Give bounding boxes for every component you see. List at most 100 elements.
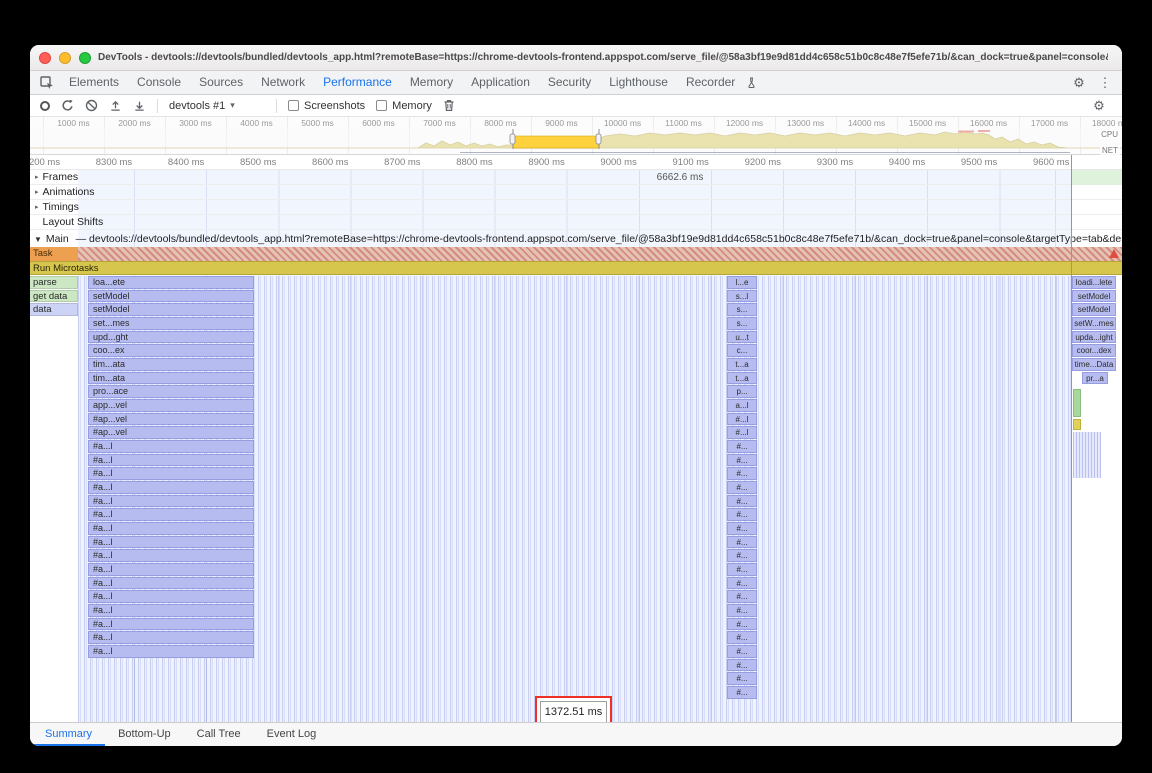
flame-event-bar[interactable]: #a...l — [88, 563, 254, 576]
flame-event-bar[interactable]: #... — [727, 686, 757, 699]
flame-event-bar[interactable]: #...l — [727, 413, 757, 426]
flame-event-bar[interactable]: #... — [727, 631, 757, 644]
flame-event-bar[interactable]: #... — [727, 508, 757, 521]
flame-event-bar[interactable]: u...t — [727, 331, 757, 344]
flame-event-bar[interactable]: pro...ace — [88, 385, 254, 398]
flame-event-bar[interactable]: #a...l — [88, 549, 254, 562]
clear-recording-button[interactable] — [85, 99, 98, 112]
flame-event-bar[interactable]: #a...l — [88, 440, 254, 453]
flame-event-bar[interactable]: #... — [727, 590, 757, 603]
flame-event-bar[interactable] — [1073, 389, 1081, 417]
tab-summary[interactable]: Summary — [32, 723, 105, 746]
flame-event-bar[interactable]: #a...l — [88, 508, 254, 521]
timeline-overview[interactable]: 1000 ms2000 ms3000 ms4000 ms5000 ms6000 … — [30, 117, 1122, 155]
flame-event-bar[interactable]: setModel — [1072, 290, 1116, 303]
save-profile-icon[interactable] — [133, 99, 146, 112]
flame-event-bar[interactable]: #ap...vel — [88, 413, 254, 426]
flame-event-bar[interactable]: #... — [727, 467, 757, 480]
flame-event-bar[interactable]: tim...ata — [88, 358, 254, 371]
zoom-window-button[interactable] — [79, 52, 91, 64]
flame-event-bar[interactable]: a...l — [727, 399, 757, 412]
flame-event-bar[interactable]: #a...l — [88, 590, 254, 603]
long-task-bar[interactable]: Task — [30, 247, 1122, 261]
flame-event-bar[interactable]: app...vel — [88, 399, 254, 412]
flame-event-bar[interactable]: #a...l — [88, 454, 254, 467]
trash-icon[interactable] — [443, 99, 455, 112]
details-tab[interactable]: Call Tree — [184, 723, 254, 746]
flame-event-bar[interactable]: setModel — [88, 303, 254, 316]
lane-chip[interactable]: parse — [30, 276, 78, 289]
disclosure-triangle-down-icon[interactable]: ▼ — [34, 235, 42, 244]
devtools-tab[interactable]: Sources — [190, 71, 252, 94]
close-window-button[interactable] — [39, 52, 51, 64]
devtools-tab[interactable]: Application — [462, 71, 539, 94]
flame-event-bar[interactable]: #... — [727, 495, 757, 508]
minimize-window-button[interactable] — [59, 52, 71, 64]
record-button[interactable] — [40, 101, 50, 111]
flame-event-bar[interactable]: pr...a — [1082, 372, 1108, 385]
flame-event-bar[interactable]: #... — [727, 563, 757, 576]
flame-event-bar[interactable]: #ap...vel — [88, 426, 254, 439]
flame-event-bar[interactable]: #... — [727, 604, 757, 617]
flame-event-bar[interactable]: c... — [727, 344, 757, 357]
disclosure-triangle-icon[interactable]: ▸ — [35, 174, 39, 181]
flame-event-bar[interactable] — [1073, 419, 1081, 430]
flame-event-bar[interactable]: loadi...lete — [1072, 276, 1116, 289]
devtools-tab[interactable]: Elements — [60, 71, 128, 94]
flame-event-bar[interactable]: #a...l — [88, 604, 254, 617]
flame-event-bar[interactable]: #... — [727, 454, 757, 467]
devtools-tab[interactable]: Console — [128, 71, 190, 94]
disclosure-triangle-icon[interactable]: ▸ — [35, 189, 39, 196]
flame-event-bar[interactable]: s... — [727, 303, 757, 316]
flame-event-bar[interactable]: s... — [727, 317, 757, 330]
flame-event-bar[interactable]: setModel — [88, 290, 254, 303]
flame-event-bar[interactable]: #a...l — [88, 467, 254, 480]
flame-event-bar[interactable]: #... — [727, 645, 757, 658]
flame-event-bar[interactable]: #a...l — [88, 536, 254, 549]
screenshots-checkbox[interactable]: Screenshots — [288, 100, 365, 112]
flame-event-bar[interactable]: time...Data — [1072, 358, 1116, 371]
devtools-tab[interactable]: Network — [252, 71, 314, 94]
flame-event-bar[interactable]: l...e — [727, 276, 757, 289]
flame-event-bar[interactable]: p... — [727, 385, 757, 398]
memory-checkbox[interactable]: Memory — [376, 100, 432, 112]
devtools-tab[interactable]: Memory — [401, 71, 462, 94]
lane-chip[interactable]: get data — [30, 290, 78, 303]
flame-event-bar[interactable]: upda...ight — [1072, 331, 1116, 344]
track-main-header[interactable]: ▼Main — devtools://devtools/bundled/devt… — [30, 231, 1122, 247]
flame-event-bar[interactable]: #a...l — [88, 618, 254, 631]
track-frames[interactable]: ▸Frames 6662.6 ms — [30, 170, 1122, 185]
flame-event-bar[interactable]: setModel — [1072, 303, 1116, 316]
flame-event-bar[interactable]: #a...l — [88, 631, 254, 644]
reload-and-record-button[interactable] — [61, 99, 74, 112]
flame-event-bar[interactable]: #... — [727, 440, 757, 453]
devtools-tab[interactable]: Recorder — [677, 71, 744, 94]
flame-event-bar[interactable]: set...mes — [88, 317, 254, 330]
flame-event-bar[interactable]: #a...l — [88, 577, 254, 590]
devtools-tab[interactable]: Security — [539, 71, 600, 94]
checkbox-box[interactable] — [288, 100, 299, 111]
disclosure-triangle-icon[interactable]: ▸ — [35, 204, 39, 211]
window-titlebar[interactable]: DevTools - devtools://devtools/bundled/d… — [30, 45, 1122, 71]
track-timings[interactable]: ▸Timings — [30, 200, 1122, 215]
flame-event-bar[interactable]: #... — [727, 618, 757, 631]
track-layout-shifts[interactable]: ▸Layout Shifts — [30, 215, 1122, 230]
flame-event-bar[interactable]: loa...ete — [88, 276, 254, 289]
flame-event-bar[interactable]: tim...ata — [88, 372, 254, 385]
flame-event-bar[interactable]: upd...ght — [88, 331, 254, 344]
flame-event-bar[interactable]: coor...dex — [1072, 344, 1116, 357]
flame-event-bar[interactable]: coo...ex — [88, 344, 254, 357]
flame-event-bar[interactable]: t...a — [727, 358, 757, 371]
run-microtasks-bar[interactable]: Run Microtasks — [30, 261, 1122, 275]
flame-event-bar[interactable]: #... — [727, 522, 757, 535]
inspect-element-icon[interactable] — [34, 71, 60, 95]
flame-event-bar[interactable]: #a...l — [88, 645, 254, 658]
load-profile-icon[interactable] — [109, 99, 122, 112]
details-tab[interactable]: Bottom-Up — [105, 723, 184, 746]
capture-settings-gear-icon[interactable]: ⚙ — [1086, 94, 1112, 118]
flame-event-bar[interactable]: t...a — [727, 372, 757, 385]
track-animations[interactable]: ▸Animations — [30, 185, 1122, 200]
profile-select[interactable]: devtools #1 ▾ — [169, 100, 265, 112]
tab-performance[interactable]: Performance — [314, 71, 401, 94]
flame-chart-panel[interactable]: 8200 ms8300 ms8400 ms8500 ms8600 ms8700 … — [30, 155, 1122, 722]
